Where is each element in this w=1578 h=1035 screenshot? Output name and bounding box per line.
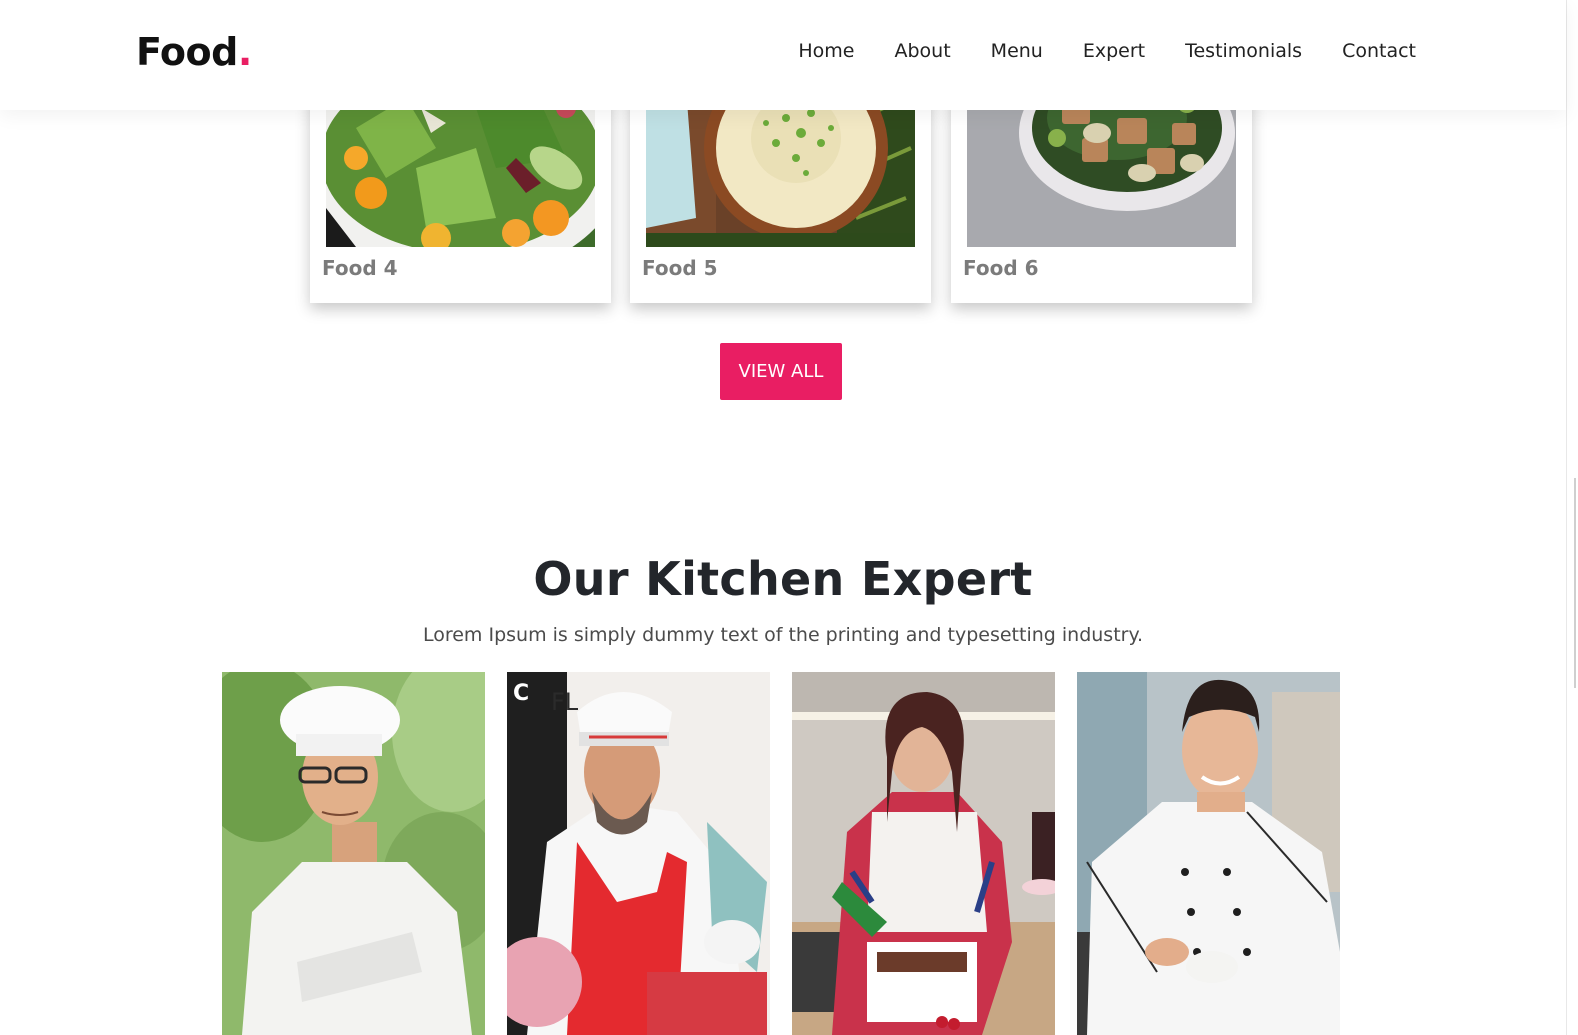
tofu-bowl-image	[967, 88, 1236, 247]
section-title: Our Kitchen Expert	[533, 552, 1033, 606]
expert-card[interactable]: C FL	[507, 672, 770, 1035]
chef-red-apron-photo: C FL	[507, 672, 770, 1035]
svg-text:C: C	[513, 681, 529, 706]
scrollbar[interactable]	[1566, 0, 1578, 1035]
expert-card[interactable]	[1077, 672, 1340, 1035]
expert-card[interactable]	[792, 672, 1055, 1035]
pastry-chef-woman-photo	[792, 672, 1055, 1035]
nav-testimonials[interactable]: Testimonials	[1185, 40, 1302, 62]
svg-text:FL: FL	[551, 688, 579, 716]
nav-home[interactable]: Home	[798, 40, 854, 62]
section-subtitle: Lorem Ipsum is simply dummy text of the …	[422, 624, 1144, 646]
nav-contact[interactable]: Contact	[1342, 40, 1416, 62]
salad-image	[326, 88, 595, 247]
view-all-button[interactable]: VIEW ALL	[720, 343, 842, 400]
chef-with-cup-photo	[1077, 672, 1340, 1035]
scrollbar-thumb[interactable]	[1574, 478, 1576, 688]
food-title: Food 4	[322, 256, 398, 280]
site-header: Food. Home About Menu Expert Testimonial…	[0, 0, 1566, 110]
soup-bowl-image	[646, 88, 915, 247]
chef-arms-crossed-photo	[222, 672, 485, 1035]
expert-card[interactable]	[222, 672, 485, 1035]
nav-menu[interactable]: Menu	[991, 40, 1043, 62]
logo-dot: .	[237, 30, 252, 74]
food-title: Food 6	[963, 256, 1039, 280]
logo-text: Food	[136, 30, 238, 74]
main-nav: Home About Menu Expert Testimonials Cont…	[798, 40, 1416, 62]
nav-about[interactable]: About	[894, 40, 950, 62]
nav-expert[interactable]: Expert	[1083, 40, 1145, 62]
logo[interactable]: Food.	[136, 30, 252, 74]
food-title: Food 5	[642, 256, 718, 280]
